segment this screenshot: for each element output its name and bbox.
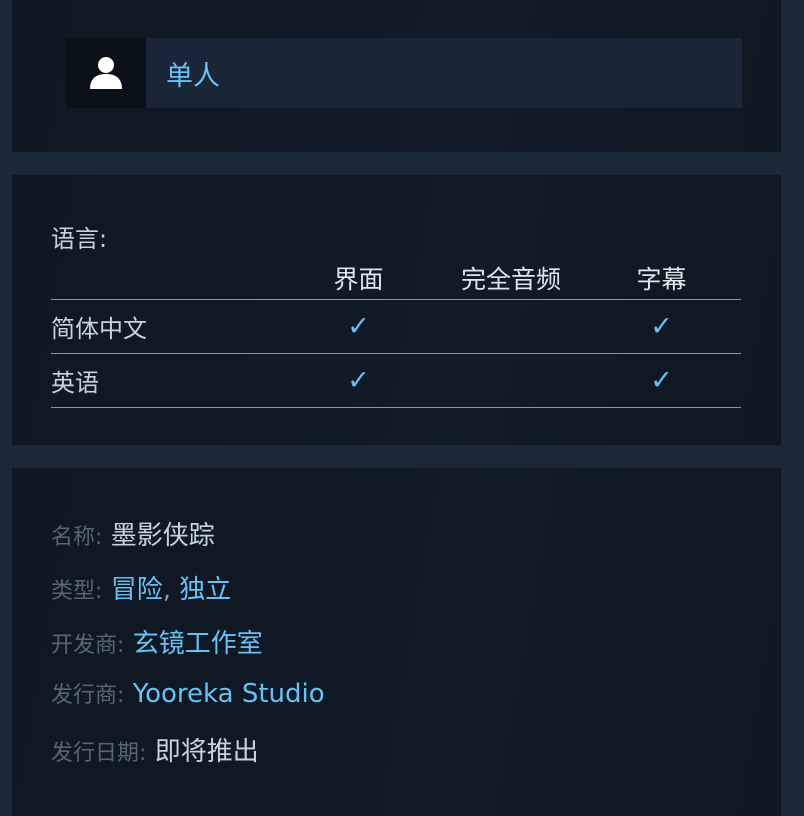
player-mode-icon-box xyxy=(66,38,146,108)
languages-table: 界面 完全音频 字幕 简体中文 ✓ ✓ 英语 ✓ ✓ xyxy=(51,257,741,408)
check-icon: ✓ xyxy=(347,311,370,342)
check-icon: ✓ xyxy=(650,311,673,342)
genre-link-adventure[interactable]: 冒险 xyxy=(111,575,163,605)
genre-separator: , xyxy=(162,575,171,605)
full-audio-support-empty xyxy=(436,300,586,353)
language-name: 简体中文 xyxy=(51,315,147,343)
language-row-simplified-chinese: 简体中文 ✓ ✓ xyxy=(51,300,741,354)
release-date-value: 即将推出 xyxy=(154,737,259,767)
languages-panel: 语言: 界面 完全音频 字幕 简体中文 ✓ ✓ 英语 ✓ ✓ xyxy=(12,175,781,445)
check-icon: ✓ xyxy=(650,365,673,396)
subtitles-support-check: ✓ xyxy=(604,300,719,353)
genre-label: 类型: xyxy=(51,579,103,604)
players-panel: 单人 xyxy=(12,0,781,152)
developer-label: 开发商: xyxy=(51,633,125,658)
publisher-link[interactable]: Yooreka Studio xyxy=(133,679,325,709)
subtitles-support-check: ✓ xyxy=(604,354,719,407)
publisher-label: 发行商: xyxy=(51,683,125,708)
language-row-english: 英语 ✓ ✓ xyxy=(51,354,741,408)
language-name: 英语 xyxy=(51,369,99,397)
detail-row-publisher: 发行商: Yooreka Studio xyxy=(51,677,325,709)
single-player-icon xyxy=(90,57,122,89)
languages-heading: 语言: xyxy=(51,225,108,253)
column-header-full-audio: 完全音频 xyxy=(460,265,561,294)
details-panel: 名称: 墨影侠踪 类型: 冒险, 独立 开发商: 玄镜工作室 发行商: Yoor… xyxy=(12,468,781,816)
detail-row-name: 名称: 墨影侠踪 xyxy=(51,515,215,552)
check-icon: ✓ xyxy=(347,365,370,396)
full-audio-support-empty xyxy=(436,354,586,407)
languages-table-header: 界面 完全音频 字幕 xyxy=(51,257,741,300)
detail-row-release-date: 发行日期: 即将推出 xyxy=(51,731,259,768)
interface-support-check: ✓ xyxy=(301,300,416,353)
developer-link[interactable]: 玄镜工作室 xyxy=(133,629,263,659)
detail-row-developer: 开发商: 玄镜工作室 xyxy=(51,623,263,660)
release-date-label: 发行日期: xyxy=(51,741,147,766)
name-label: 名称: xyxy=(51,525,103,550)
column-header-interface: 界面 xyxy=(333,265,384,294)
player-mode-item[interactable]: 单人 xyxy=(146,38,742,108)
name-value: 墨影侠踪 xyxy=(110,521,215,551)
genre-link-indie[interactable]: 独立 xyxy=(179,575,231,605)
column-header-subtitles: 字幕 xyxy=(636,265,687,294)
detail-row-genre: 类型: 冒险, 独立 xyxy=(51,569,231,606)
player-mode-label[interactable]: 单人 xyxy=(166,54,220,93)
interface-support-check: ✓ xyxy=(301,354,416,407)
